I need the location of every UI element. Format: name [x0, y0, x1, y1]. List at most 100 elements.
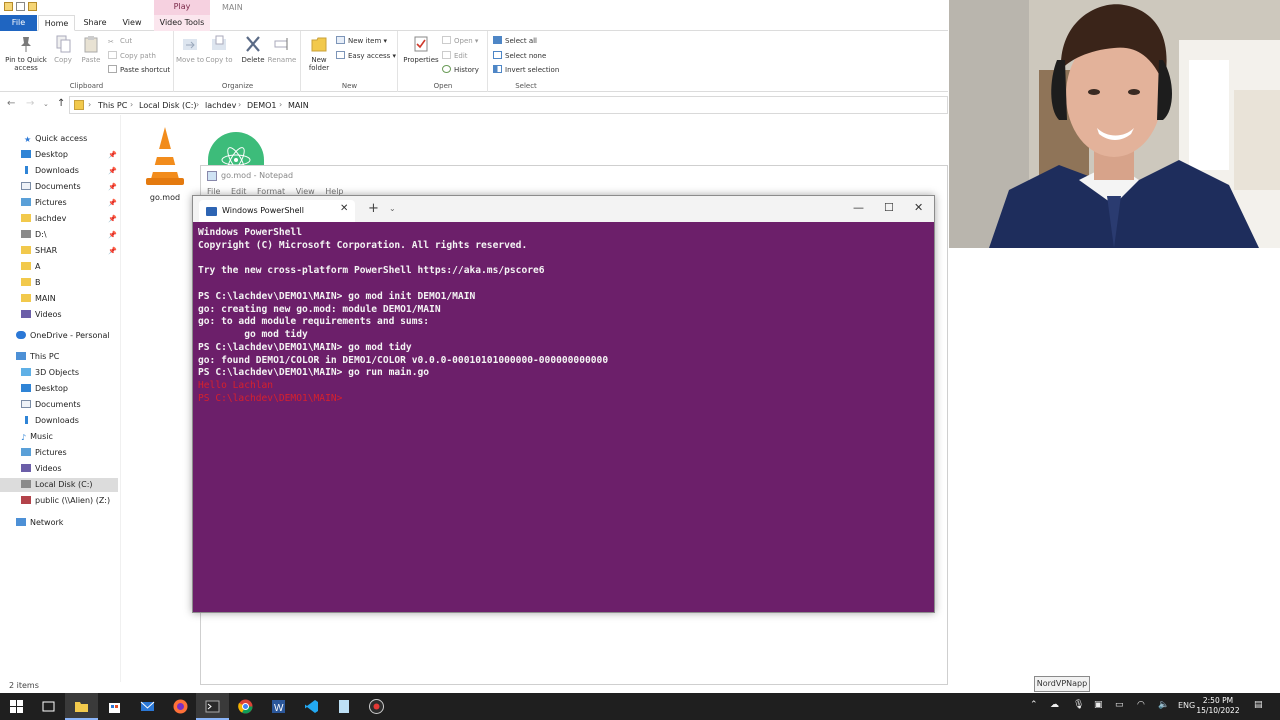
pin-icon: 📌 [108, 247, 117, 255]
sidebar-item-documents[interactable]: Documents 📌 [0, 180, 118, 194]
chevron-up-icon[interactable]: ⌃ [1030, 700, 1038, 710]
sidebar-item-pictures[interactable]: Pictures 📌 [0, 196, 118, 210]
tab-video-tools[interactable]: Video Tools [154, 15, 210, 31]
edit-button[interactable]: Edit [442, 50, 468, 62]
sidebar-item-downloads[interactable]: Downloads 📌 [0, 164, 118, 178]
taskbar-chrome[interactable] [229, 693, 262, 720]
open-button[interactable]: Open ▾ [442, 35, 478, 47]
nordvpn-icon[interactable]: ▣ [1094, 700, 1103, 710]
paste-shortcut-button[interactable]: Paste shortcut [108, 64, 170, 76]
battery-icon[interactable]: ▭ [1115, 700, 1124, 710]
window-title: MAIN [222, 3, 243, 12]
microphone-icon[interactable]: 🎙 [1073, 700, 1084, 710]
sidebar-item-pc-pictures[interactable]: Pictures [0, 446, 118, 460]
breadcrumb-lachdev[interactable]: lachdev [205, 101, 236, 110]
paste-button[interactable]: Paste [76, 35, 106, 64]
forward-arrow-icon[interactable]: → [26, 98, 34, 109]
clock[interactable]: 2:50 PM 15/10/2022 [1196, 696, 1240, 716]
maximize-icon[interactable]: ☐ [884, 201, 894, 214]
sidebar-item-a[interactable]: A [0, 260, 118, 274]
webcam-person-image [949, 0, 1280, 248]
select-none-button[interactable]: Select none [493, 50, 546, 62]
contextual-tab-play: Play [154, 0, 210, 15]
cut-button[interactable]: ✂ Cut [108, 35, 132, 47]
easy-access-button[interactable]: Easy access ▾ [336, 50, 396, 62]
sidebar-item-d-drive[interactable]: D:\ 📌 [0, 228, 118, 242]
tab-file[interactable]: File [0, 15, 37, 31]
volume-icon[interactable]: 🔈 [1158, 700, 1169, 710]
breadcrumb-this-pc[interactable]: This PC [98, 101, 127, 110]
sidebar-item-network[interactable]: Network [0, 516, 118, 530]
tab-share[interactable]: Share [78, 15, 112, 31]
copy-path-button[interactable]: Copy path [108, 50, 156, 62]
sidebar-item-this-pc[interactable]: This PC [0, 350, 118, 364]
sidebar-item-pc-videos[interactable]: Videos [0, 462, 118, 476]
task-view-button[interactable] [32, 693, 65, 720]
sidebar-item-shar[interactable]: SHAR 📌 [0, 244, 118, 258]
taskbar-store[interactable] [98, 693, 131, 720]
sidebar-item-pc-documents[interactable]: Documents [0, 398, 118, 412]
sidebar-item-desktop[interactable]: Desktop 📌 [0, 148, 118, 162]
properties-button[interactable]: Properties [403, 35, 439, 64]
taskbar-github-desktop[interactable] [360, 693, 393, 720]
back-arrow-icon[interactable]: ← [7, 98, 15, 109]
folder-icon[interactable] [4, 2, 13, 11]
sidebar-item-videos[interactable]: Videos [0, 308, 118, 322]
sidebar-item-onedrive[interactable]: OneDrive - Personal [0, 329, 118, 343]
checkbox-icon[interactable] [16, 2, 25, 11]
close-window-icon[interactable]: ✕ [914, 201, 923, 214]
tab-home[interactable]: Home [38, 15, 75, 31]
recent-dropdown-icon[interactable]: ⌄ [43, 100, 49, 108]
taskbar-word[interactable]: W [262, 693, 295, 720]
copy-to-button[interactable]: Copy to [204, 35, 234, 64]
minimize-icon[interactable]: — [853, 201, 864, 214]
cloud-icon [16, 331, 26, 339]
taskbar-notepad[interactable] [327, 693, 360, 720]
terminal-output[interactable]: Windows PowerShell Copyright (C) Microsof… [198, 227, 928, 406]
new-folder-button[interactable]: New folder [304, 35, 334, 72]
close-tab-icon[interactable]: ✕ [340, 203, 348, 214]
chevron-down-icon[interactable]: ⌄ [389, 204, 396, 213]
select-all-button[interactable]: Select all [493, 35, 537, 47]
folder-icon[interactable] [28, 2, 37, 11]
store-icon [109, 703, 120, 713]
taskbar-vscode[interactable] [295, 693, 328, 720]
breadcrumb[interactable]: › This PC › Local Disk (C:) › lachdev › … [69, 96, 948, 114]
sidebar-item-network-drive[interactable]: public (\\Alien) (Z:) [0, 494, 118, 508]
sidebar-item-pc-desktop[interactable]: Desktop [0, 382, 118, 396]
move-to-button[interactable]: Move to [175, 35, 205, 64]
pin-quick-access-button[interactable]: Pin to Quick access [4, 35, 48, 72]
tab-view[interactable]: View [115, 15, 149, 31]
sidebar-item-3d-objects[interactable]: 3D Objects [0, 366, 118, 380]
breadcrumb-main[interactable]: MAIN [288, 101, 309, 110]
sidebar-item-main[interactable]: MAIN [0, 292, 118, 306]
new-tab-plus-icon[interactable]: + [368, 201, 379, 216]
file-item[interactable]: go.mod [136, 125, 194, 202]
up-arrow-icon[interactable]: ↑ [57, 98, 65, 109]
history-button[interactable]: History [442, 64, 479, 76]
taskbar-file-explorer[interactable] [65, 693, 98, 720]
language-indicator[interactable]: ENG [1178, 701, 1195, 710]
sidebar-item-music[interactable]: ♪ Music [0, 430, 118, 444]
notification-icon[interactable]: ▤ [1254, 700, 1263, 710]
rename-button[interactable]: Rename [267, 35, 297, 64]
wifi-icon[interactable]: ◠ [1137, 700, 1145, 710]
taskbar-terminal[interactable] [196, 693, 229, 720]
start-button[interactable] [0, 693, 33, 720]
copy-button[interactable]: Copy [48, 35, 78, 64]
sidebar-item-b[interactable]: B [0, 276, 118, 290]
taskbar-mail[interactable] [131, 693, 164, 720]
new-item-button[interactable]: New item ▾ [336, 35, 387, 47]
nordvpn-tray-icon[interactable]: ☁ [1050, 700, 1059, 710]
pin-icon [18, 35, 34, 53]
sidebar-item-lachdev[interactable]: lachdev 📌 [0, 212, 118, 226]
invert-selection-button[interactable]: Invert selection [493, 64, 559, 76]
breadcrumb-local-disk[interactable]: Local Disk (C:) [139, 101, 197, 110]
sidebar-item-pc-downloads[interactable]: Downloads [0, 414, 118, 428]
sidebar-item-local-disk[interactable]: Local Disk (C:) [0, 478, 118, 492]
taskbar-firefox[interactable] [164, 693, 197, 720]
terminal-tab[interactable]: Windows PowerShell ✕ [199, 200, 355, 222]
sidebar-item-quick-access[interactable]: ★ Quick access [0, 132, 118, 146]
delete-button[interactable]: Delete [238, 35, 268, 64]
breadcrumb-demo1[interactable]: DEMO1 [247, 101, 277, 110]
